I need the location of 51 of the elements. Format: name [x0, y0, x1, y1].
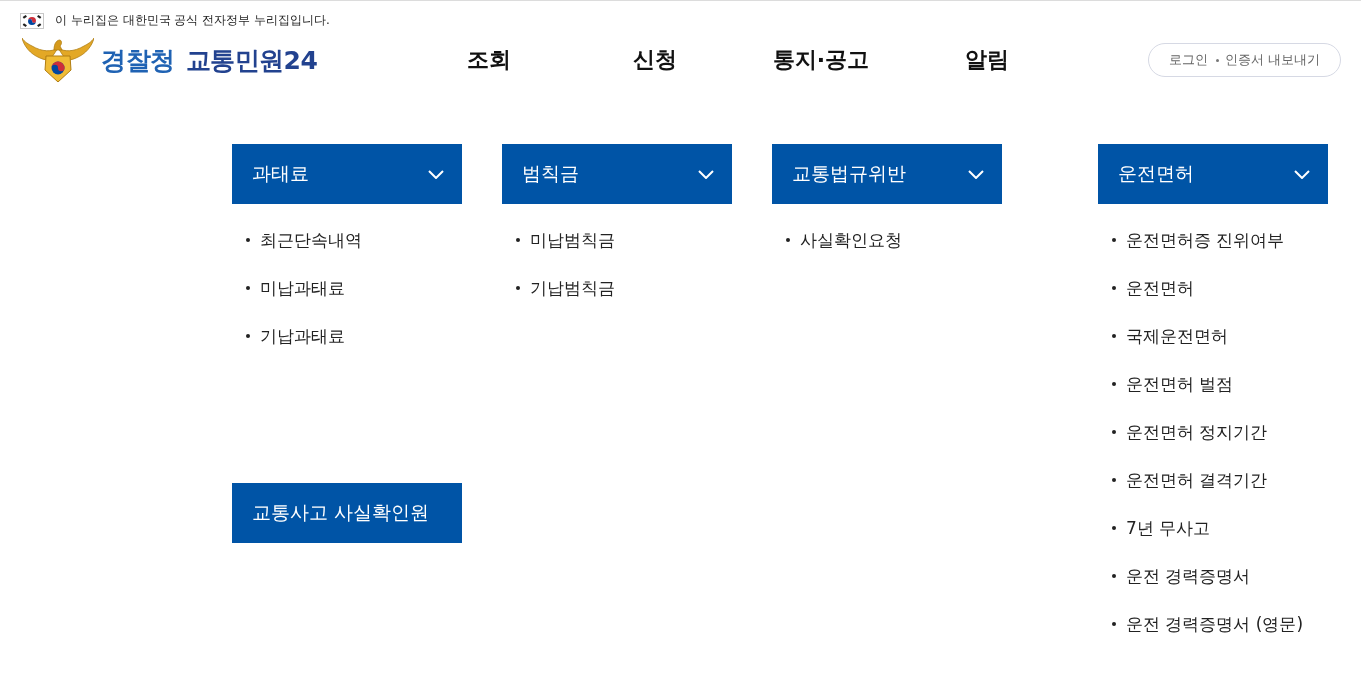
account-link[interactable]: 로그인 [1168, 51, 1208, 69]
bullet-icon [246, 286, 250, 290]
nav-link[interactable]: 신청 [572, 45, 738, 75]
bullet-icon [1112, 574, 1116, 578]
category-header-button[interactable]: 교통법규위반 [772, 144, 1002, 204]
category-header-button[interactable]: 교통사고 사실확인원 [232, 483, 462, 543]
menu-link[interactable]: 국제운전면허 [1098, 312, 1228, 360]
bullet-icon [246, 238, 250, 242]
menu-link[interactable]: 운전면허 결격기간 [1098, 456, 1268, 504]
chevron-down-icon [1294, 169, 1310, 179]
separator-dot-icon [1215, 58, 1219, 62]
chevron-down-icon [428, 169, 444, 179]
agency-name[interactable]: 경찰청 [101, 43, 175, 77]
nav-link[interactable]: 알림 [904, 45, 1070, 75]
eagle-emblem-icon [22, 38, 94, 82]
chevron-down-icon [698, 169, 714, 179]
flag-icon [20, 12, 44, 29]
bullet-icon [786, 238, 790, 242]
menu-link[interactable]: 운전면허증 진위여부 [1098, 216, 1285, 264]
menu-link[interactable]: 사실확인요청 [772, 216, 902, 264]
bullet-icon [1112, 382, 1116, 386]
menu-link[interactable]: 미납범칙금 [502, 216, 615, 264]
notice-text: 이 누리집은 대한민국 공식 전자정부 누리집입니다. [55, 12, 330, 29]
bullet-icon [1112, 238, 1116, 242]
bullet-icon [1112, 478, 1116, 482]
menu-link[interactable]: 운전면허 [1098, 264, 1194, 312]
category-header-button[interactable]: 운전면허 [1098, 144, 1328, 204]
bullet-icon [1112, 334, 1116, 338]
menu-link[interactable]: 최근단속내역 [232, 216, 362, 264]
category-header-button[interactable]: 과태료 [232, 144, 462, 204]
nav-link[interactable]: 조회 [406, 45, 572, 75]
menu-link[interactable]: 운전 경력증명서 (영문) [1098, 600, 1304, 648]
menu-link[interactable]: 운전 경력증명서 [1098, 552, 1251, 600]
bullet-icon [246, 334, 250, 338]
account-link[interactable]: 인증서 내보내기 [1224, 51, 1320, 69]
bullet-icon [1112, 622, 1116, 626]
bullet-icon [1112, 430, 1116, 434]
menu-link[interactable]: 기납범칙금 [502, 264, 615, 312]
bullet-icon [516, 286, 520, 290]
category-header-button[interactable]: 범칙금 [502, 144, 732, 204]
bullet-icon [1112, 286, 1116, 290]
menu-link[interactable]: 운전면허 정지기간 [1098, 408, 1268, 456]
service-name[interactable]: 교통민원24 [185, 43, 318, 77]
bullet-icon [516, 238, 520, 242]
menu-link[interactable]: 기납과태료 [232, 312, 345, 360]
bullet-icon [1112, 526, 1116, 530]
menu-link[interactable]: 운전면허 벌점 [1098, 360, 1234, 408]
chevron-down-icon [968, 169, 984, 179]
menu-link[interactable]: 7년 무사고 [1098, 504, 1211, 552]
menu-link[interactable]: 미납과태료 [232, 264, 345, 312]
nav-link[interactable]: 통지·공고 [738, 45, 904, 75]
